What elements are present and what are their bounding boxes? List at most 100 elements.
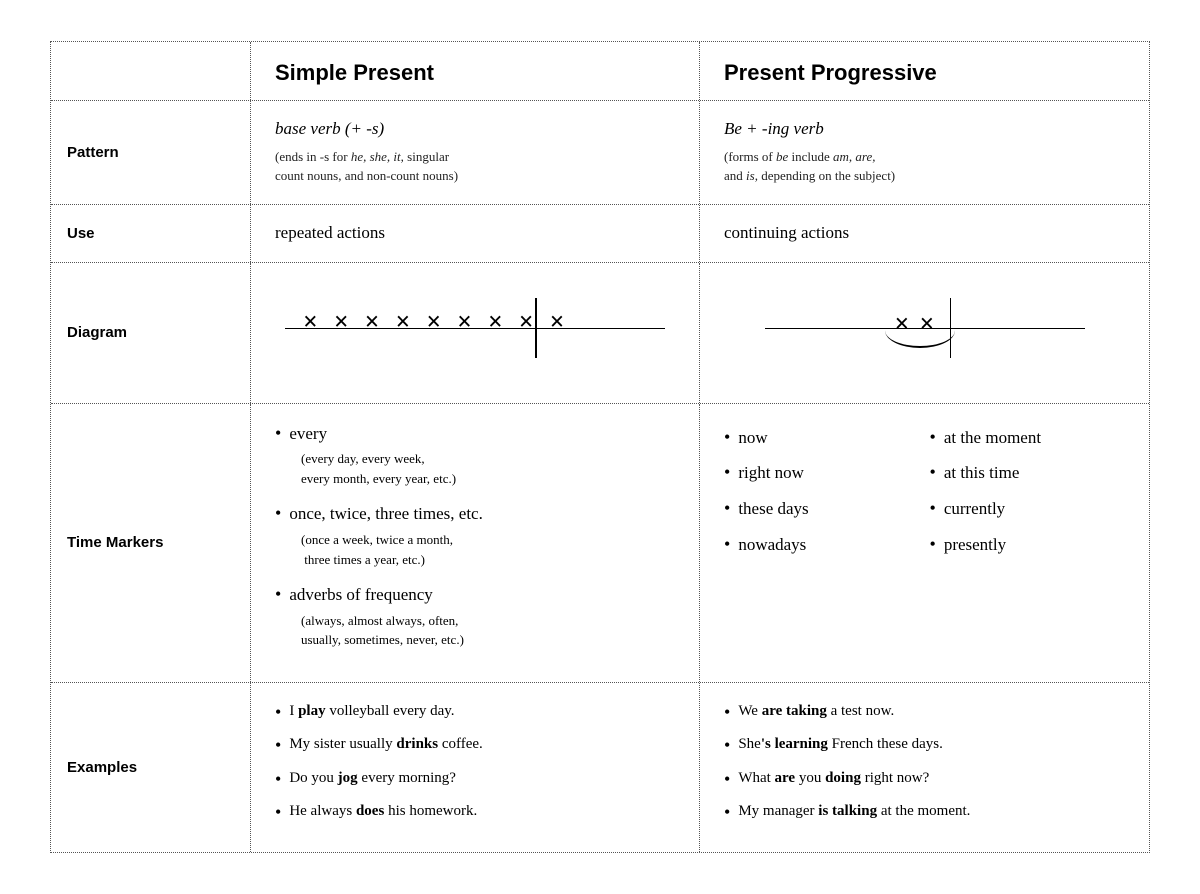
- pattern-pp-note: (forms of be include am, are,and is, dep…: [724, 147, 1125, 186]
- sp-marker-text-3: adverbs of frequency: [289, 583, 433, 607]
- pp-example-text-4: My manager is talking at the moment.: [738, 801, 970, 822]
- header-empty-cell: [51, 42, 251, 100]
- bullet-dot-1: •: [275, 422, 281, 445]
- pp-example-1: • We are taking a test now.: [724, 701, 1125, 724]
- pp-bullet-7: •: [930, 497, 936, 520]
- pp-ex-bullet-2: •: [724, 734, 730, 757]
- use-sp-text: repeated actions: [275, 223, 675, 244]
- pp-marker-text-1: now: [738, 426, 767, 450]
- sp-cross-9: ×: [550, 309, 565, 335]
- sp-marker-item-2: • once, twice, three times, etc. (once a…: [275, 502, 675, 569]
- pp-cross-2: ×: [920, 309, 935, 339]
- pp-marker-5: • at the moment: [930, 426, 1126, 450]
- header-pp-title: Present Progressive: [724, 60, 937, 85]
- pp-marker-8: • presently: [930, 533, 1126, 557]
- ex-bullet-2: •: [275, 734, 281, 757]
- sp-cross-5: ×: [426, 309, 441, 335]
- time-markers-sp-content: • every (every day, every week,every mon…: [251, 404, 700, 682]
- use-label: Use: [51, 205, 251, 262]
- pp-example-text-2: She's learning French these days.: [738, 734, 943, 755]
- pp-example-3: • What are you doing right now?: [724, 768, 1125, 791]
- examples-pp-content: • We are taking a test now. • She's lear…: [700, 683, 1149, 853]
- sp-marker-sub-1: (every day, every week,every month, ever…: [301, 449, 675, 488]
- pp-markers-col1: • now • right now • these days • nowaday…: [724, 426, 920, 561]
- pattern-row: Pattern base verb (+ -s) (ends in -s for…: [51, 101, 1149, 205]
- header-pp-cell: Present Progressive: [700, 42, 1149, 100]
- pp-marker-text-4: nowadays: [738, 533, 806, 557]
- sp-marker-item-3: • adverbs of frequency (always, almost a…: [275, 583, 675, 650]
- diagram-label: Diagram: [51, 263, 251, 403]
- sp-marker-text-1: every: [289, 422, 327, 446]
- header-sp-cell: Simple Present: [251, 42, 700, 100]
- sp-marker-item-1: • every (every day, every week,every mon…: [275, 422, 675, 489]
- pp-marker-2: • right now: [724, 461, 920, 485]
- pp-markers-grid: • now • right now • these days • nowaday…: [724, 422, 1125, 561]
- pattern-pp-main: Be + -ing verb: [724, 119, 1125, 139]
- pp-bullet-3: •: [724, 497, 730, 520]
- sp-example-3: • Do you jog every morning?: [275, 768, 675, 791]
- ex-bullet-3: •: [275, 768, 281, 791]
- pp-example-text-1: We are taking a test now.: [738, 701, 894, 722]
- pattern-label: Pattern: [51, 101, 251, 204]
- pp-marker-text-2: right now: [738, 461, 804, 485]
- sp-marker-text-2: once, twice, three times, etc.: [289, 502, 483, 526]
- sp-diagram: × × × × × × × × ×: [285, 293, 665, 373]
- sp-example-text-2: My sister usually drinks coffee.: [289, 734, 483, 755]
- pp-ex-bullet-4: •: [724, 801, 730, 824]
- time-markers-label: Time Markers: [51, 404, 251, 682]
- pattern-sp-main: base verb (+ -s): [275, 119, 675, 139]
- pp-bullet-6: •: [930, 461, 936, 484]
- pp-marker-text-7: currently: [944, 497, 1005, 521]
- use-row: Use repeated actions continuing actions: [51, 205, 1149, 263]
- pp-example-text-3: What are you doing right now?: [738, 768, 929, 789]
- sp-example-4: • He always does his homework.: [275, 801, 675, 824]
- pp-marker-text-3: these days: [738, 497, 808, 521]
- pp-marker-text-6: at this time: [944, 461, 1020, 485]
- use-pp-text: continuing actions: [724, 223, 1125, 244]
- pp-bullet-1: •: [724, 426, 730, 449]
- sp-marker-bullet-1: • every: [275, 422, 675, 446]
- pp-examples-list: • We are taking a test now. • She's lear…: [724, 701, 1125, 825]
- pattern-sp-content: base verb (+ -s) (ends in -s for he, she…: [251, 101, 700, 204]
- pp-marker-text-8: presently: [944, 533, 1006, 557]
- pp-cross-1: ×: [895, 309, 910, 339]
- time-markers-pp-content: • now • right now • these days • nowaday…: [700, 404, 1149, 682]
- pattern-pp-content: Be + -ing verb (forms of be include am, …: [700, 101, 1149, 204]
- pp-ex-bullet-1: •: [724, 701, 730, 724]
- pp-marker-text-5: at the moment: [944, 426, 1041, 450]
- pp-marker-3: • these days: [724, 497, 920, 521]
- pp-diagram: × ×: [765, 293, 1085, 373]
- sp-marker-bullet-2: • once, twice, three times, etc.: [275, 502, 675, 526]
- sp-examples-list: • I play volleyball every day. • My sist…: [275, 701, 675, 825]
- sp-time-markers-list: • every (every day, every week,every mon…: [275, 422, 675, 650]
- examples-row: Examples • I play volleyball every day. …: [51, 683, 1149, 853]
- header-sp-title: Simple Present: [275, 60, 434, 85]
- bullet-dot-3: •: [275, 583, 281, 606]
- sp-cross-4: ×: [395, 309, 410, 335]
- sp-example-text-1: I play volleyball every day.: [289, 701, 454, 722]
- sp-marker-bullet-3: • adverbs of frequency: [275, 583, 675, 607]
- pp-bullet-5: •: [930, 426, 936, 449]
- sp-cross-8: ×: [519, 309, 534, 335]
- pp-example-4: • My manager is talking at the moment.: [724, 801, 1125, 824]
- pp-markers-col2: • at the moment • at this time • current…: [930, 426, 1126, 561]
- pp-bullet-4: •: [724, 533, 730, 556]
- main-table: Simple Present Present Progressive Patte…: [50, 41, 1150, 854]
- examples-sp-content: • I play volleyball every day. • My sist…: [251, 683, 700, 853]
- sp-cross-2: ×: [334, 309, 349, 335]
- sp-cross-3: ×: [365, 309, 380, 335]
- use-sp-content: repeated actions: [251, 205, 700, 262]
- pp-marker-7: • currently: [930, 497, 1126, 521]
- pp-ex-bullet-3: •: [724, 768, 730, 791]
- sp-example-1: • I play volleyball every day.: [275, 701, 675, 724]
- pp-example-2: • She's learning French these days.: [724, 734, 1125, 757]
- ex-bullet-1: •: [275, 701, 281, 724]
- sp-example-text-4: He always does his homework.: [289, 801, 477, 822]
- time-markers-row: Time Markers • every (every day, every w…: [51, 404, 1149, 683]
- pp-marker-1: • now: [724, 426, 920, 450]
- header-row: Simple Present Present Progressive: [51, 42, 1149, 101]
- bullet-dot-2: •: [275, 502, 281, 525]
- pp-marker-4: • nowadays: [724, 533, 920, 557]
- sp-example-text-3: Do you jog every morning?: [289, 768, 456, 789]
- sp-cross-1: ×: [303, 309, 318, 335]
